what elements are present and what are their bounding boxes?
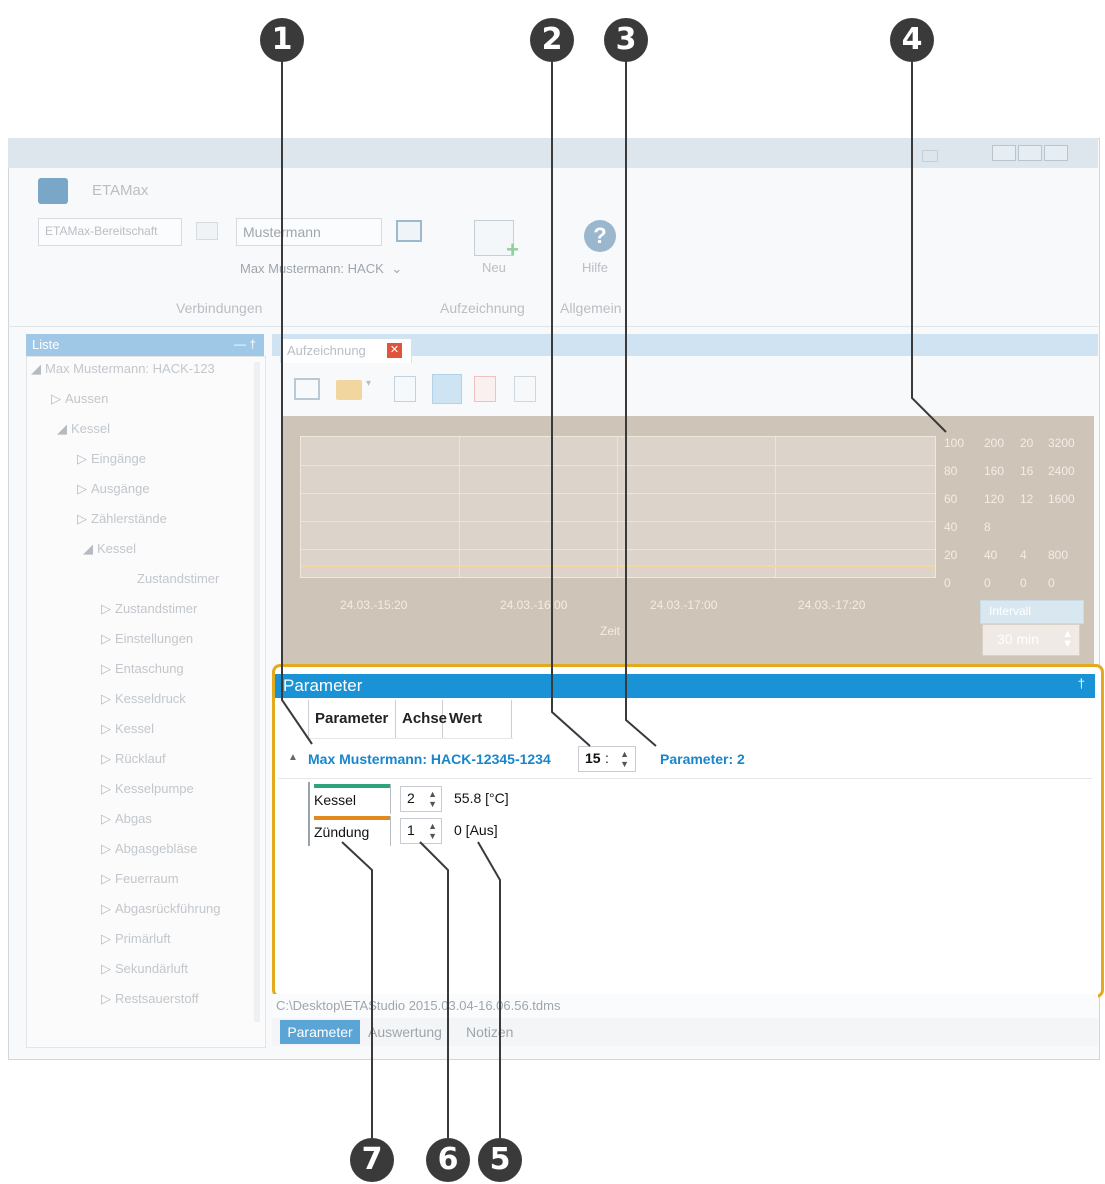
callout-1: 1 — [260, 18, 304, 62]
callout-3: 3 — [604, 18, 648, 62]
leader-line-5 — [477, 841, 501, 1138]
callout-4: 4 — [890, 18, 934, 62]
leader-line-3 — [625, 60, 657, 747]
leader-line-7 — [341, 841, 373, 1138]
leader-line-1 — [281, 60, 313, 745]
leader-line-4 — [911, 60, 947, 433]
callout-6: 6 — [426, 1138, 470, 1182]
callout-7: 7 — [350, 1138, 394, 1182]
leader-line-2 — [551, 60, 591, 747]
callout-2: 2 — [530, 18, 574, 62]
callout-5: 5 — [478, 1138, 522, 1182]
leader-lines — [281, 60, 947, 1138]
leader-line-6 — [419, 841, 449, 1138]
